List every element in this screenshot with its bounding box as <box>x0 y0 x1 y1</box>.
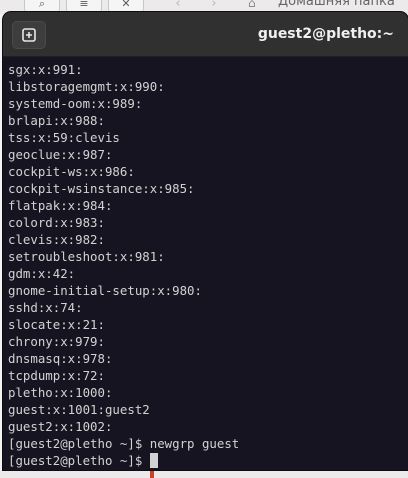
terminal-line: tcpdump:x:72: <box>8 368 105 383</box>
folder-path-label[interactable]: Домашняя папка <box>278 0 395 9</box>
terminal-line: [guest2@pletho ~]$ newgrp guest <box>8 436 240 451</box>
forward-icon: › <box>211 0 217 11</box>
text-cursor <box>149 453 158 468</box>
terminal-line: chrony:x:979: <box>8 334 105 349</box>
terminal-output[interactable]: sgx:x:991: libstoragemgmt:x:990: systemd… <box>8 61 404 469</box>
search-icon: ⌕ <box>38 0 46 10</box>
home-icon: ⌂ <box>248 0 256 10</box>
terminal-line: pletho:x:1000: <box>8 385 113 400</box>
terminal-line: sshd:x:74: <box>8 300 83 315</box>
menu-icon: ≡ <box>79 0 89 10</box>
prompt-line[interactable]: [guest2@pletho ~]$ <box>8 452 404 469</box>
shell-prompt: [guest2@pletho ~]$ <box>8 453 150 468</box>
terminal-line: colord:x:983: <box>8 215 105 230</box>
terminal-line: geoclue:x:987: <box>8 147 113 162</box>
window-title: guest2@pletho:~ <box>257 26 394 42</box>
terminal-line: systemd-oom:x:989: <box>8 96 143 111</box>
terminal-line: cockpit-ws:x:986: <box>8 164 135 179</box>
terminal-line: flatpak:x:984: <box>8 198 113 213</box>
terminal-line: guest:x:1001:guest2 <box>8 402 150 417</box>
terminal-line: tss:x:59:clevis <box>8 130 120 145</box>
terminal-line: brlapi:x:988: <box>8 113 105 128</box>
terminal-line: gnome-initial-setup:x:980: <box>8 283 202 298</box>
terminal-line: setroubleshoot:x:981: <box>8 249 165 264</box>
background-accent <box>150 470 154 478</box>
terminal-line: cockpit-wsinstance:x:985: <box>8 181 195 196</box>
terminal-line: gdm:x:42: <box>8 266 76 281</box>
close-icon: ✕ <box>121 0 131 10</box>
terminal-line: sgx:x:991: <box>8 62 83 77</box>
terminal-line: dnsmasq:x:978: <box>8 351 113 366</box>
terminal-line: clevis:x:982: <box>8 232 105 247</box>
terminal-line: libstoragemgmt:x:990: <box>8 79 165 94</box>
back-icon: ‹ <box>175 0 181 11</box>
new-tab-icon <box>22 28 36 42</box>
forward-button[interactable]: › <box>204 0 224 12</box>
background-window-bottom <box>0 470 408 478</box>
back-button[interactable]: ‹ <box>168 0 188 12</box>
terminal-line: slocate:x:21: <box>8 317 105 332</box>
terminal-line: guest2:x:1002: <box>8 419 113 434</box>
new-tab-button[interactable] <box>12 21 46 49</box>
terminal-headerbar: guest2@pletho:~ <box>3 12 408 57</box>
terminal-window[interactable]: guest2@pletho:~ sgx:x:991: libstoragemgm… <box>3 12 408 470</box>
